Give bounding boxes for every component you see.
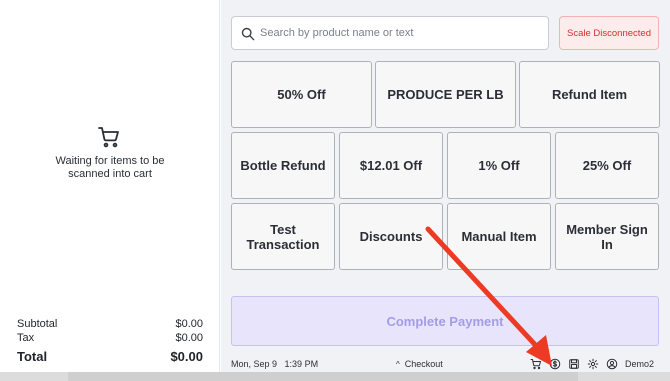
search-icon (241, 27, 255, 41)
save-icon[interactable] (568, 358, 580, 370)
subtotal-value: $0.00 (175, 318, 203, 330)
tile-50-off[interactable]: 50% Off (231, 61, 372, 128)
checkout-toggle[interactable]: ^ Checkout (396, 359, 443, 369)
search-input[interactable] (260, 23, 540, 43)
main-panel: Scale Disconnected 50% Off PRODUCE PER L… (221, 0, 670, 372)
cart-icon[interactable] (530, 358, 542, 370)
scale-status-badge[interactable]: Scale Disconnected (559, 16, 659, 50)
user-name[interactable]: Demo2 (625, 359, 654, 369)
chevron-up-icon: ^ (396, 359, 400, 369)
tile-refund-item[interactable]: Refund Item (519, 61, 660, 128)
status-icons (530, 358, 625, 370)
cart-icon (98, 127, 119, 148)
search-box[interactable] (231, 16, 549, 50)
total-value: $0.00 (170, 349, 203, 364)
dollar-coin-icon[interactable] (549, 358, 561, 370)
tax-value: $0.00 (175, 332, 203, 344)
total-row: Total $0.00 (17, 349, 203, 365)
status-date: Mon, Sep 9 (231, 359, 278, 369)
tile-member-sign-in[interactable]: Member Sign In (555, 203, 659, 270)
os-menu-strip (68, 372, 578, 381)
datetime: Mon, Sep 9 1:39 PM (231, 359, 318, 369)
subtotal-label: Subtotal (17, 318, 58, 330)
status-bar: Mon, Sep 9 1:39 PM ^ Checkout Demo2 (221, 356, 670, 372)
checkout-label: Checkout (404, 359, 443, 369)
tile-produce-per-lb[interactable]: PRODUCE PER LB (375, 61, 516, 128)
tile-25-off[interactable]: 25% Off (555, 132, 659, 199)
tile-discounts[interactable]: Discounts (339, 203, 443, 270)
tile-bottle-refund[interactable]: Bottle Refund (231, 132, 335, 199)
cart-panel: Waiting for items to be scanned into car… (0, 0, 220, 372)
tile-12-01-off[interactable]: $12.01 Off (339, 132, 443, 199)
complete-payment-button[interactable]: Complete Payment (231, 296, 659, 346)
tax-label: Tax (17, 332, 35, 344)
tile-1-off[interactable]: 1% Off (447, 132, 551, 199)
status-time: 1:39 PM (284, 359, 319, 369)
gear-icon[interactable] (587, 358, 599, 370)
cart-empty-message: Waiting for items to be scanned into car… (55, 155, 165, 180)
tile-manual-item[interactable]: Manual Item (447, 203, 551, 270)
subtotal-row: Subtotal $0.00 (17, 317, 203, 331)
tax-row: Tax $0.00 (17, 331, 203, 345)
total-label: Total (17, 349, 48, 364)
user-circle-icon[interactable] (606, 358, 618, 370)
os-taskbar (0, 372, 670, 381)
totals-summary: Subtotal $0.00 Tax $0.00 Total $0.00 (17, 317, 203, 365)
tile-test-transaction[interactable]: Test Transaction (231, 203, 335, 270)
